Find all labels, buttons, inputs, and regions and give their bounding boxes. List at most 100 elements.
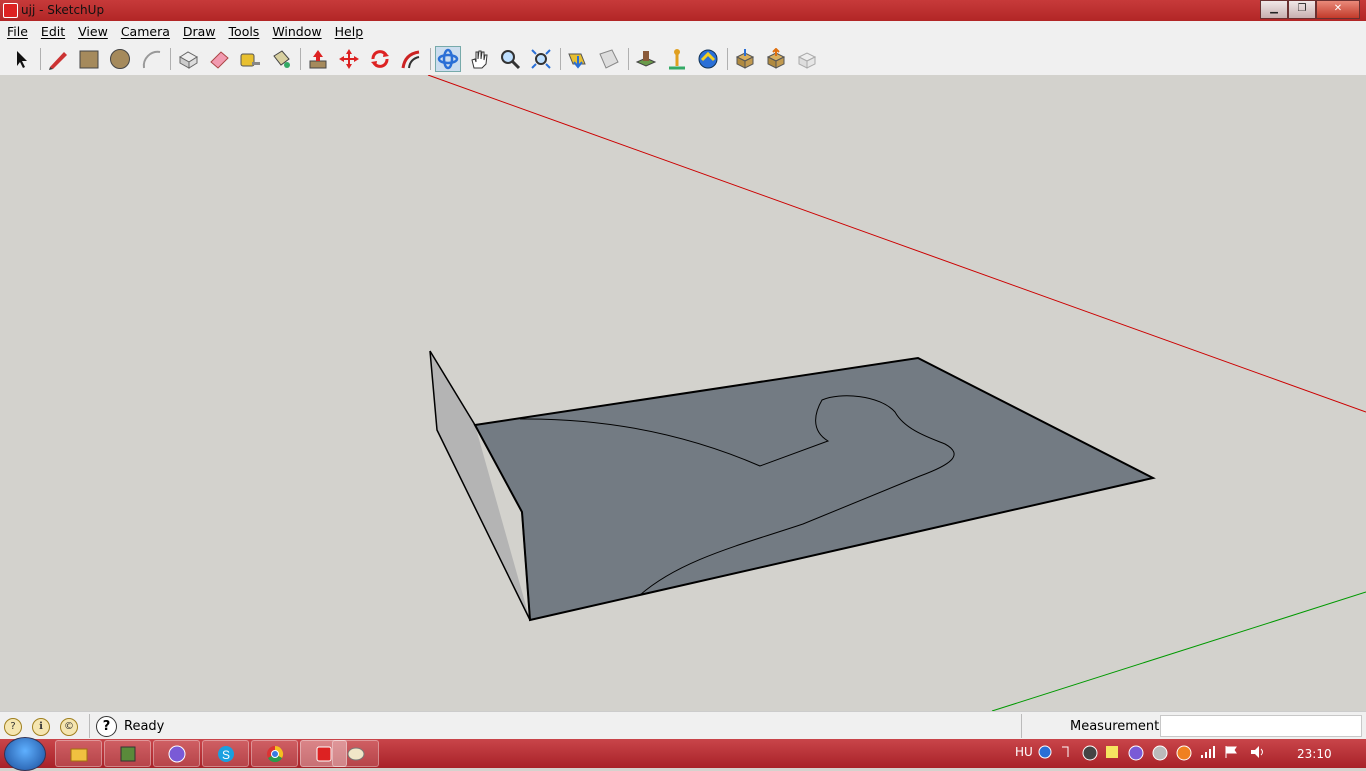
taskbar-paint[interactable] xyxy=(332,740,379,767)
copyright-icon[interactable]: © xyxy=(60,718,78,736)
ground-face xyxy=(473,356,1156,622)
arc-icon xyxy=(142,50,161,69)
circle-icon xyxy=(110,49,130,69)
minecraft-icon xyxy=(120,746,135,761)
component-icon xyxy=(179,51,198,69)
google-earth-tool-button[interactable] xyxy=(695,46,721,72)
title-bar: ujj - SketchUp ▁ ❐ ✕ xyxy=(0,0,1366,21)
credits-icon[interactable]: ℹ xyxy=(32,718,50,736)
taskbar-minecraft[interactable] xyxy=(104,740,151,767)
tray-arrow-icon[interactable] xyxy=(1060,745,1070,762)
menu-view[interactable]: View xyxy=(71,21,114,39)
toggle-terrain-tool-button[interactable] xyxy=(664,46,690,72)
main-toolbar xyxy=(0,42,1366,76)
menu-edit[interactable]: Edit xyxy=(34,21,71,39)
paint-icon xyxy=(347,747,364,760)
action-center-flag-icon[interactable] xyxy=(1224,745,1238,762)
pan-tool-button[interactable] xyxy=(466,46,492,72)
start-button[interactable] xyxy=(4,737,46,771)
svg-text:S: S xyxy=(222,748,230,762)
rotate-icon xyxy=(371,50,389,68)
help-icon[interactable]: ? xyxy=(96,716,117,737)
menu-draw[interactable]: Draw xyxy=(176,21,222,39)
zoom-icon xyxy=(501,50,521,70)
google-earth-icon xyxy=(698,49,718,69)
next-view-icon xyxy=(599,49,619,69)
orbit-tool-button[interactable] xyxy=(435,46,461,72)
pencil-icon xyxy=(49,52,67,70)
circle-app-icon xyxy=(168,745,185,762)
avast-tray-icon[interactable] xyxy=(1176,745,1192,764)
window-title: ujj - SketchUp xyxy=(21,3,105,17)
paint-bucket-icon xyxy=(273,50,290,68)
rectangle-tool-button[interactable] xyxy=(76,46,102,72)
taskbar-app-c[interactable] xyxy=(153,740,200,767)
menu-camera[interactable]: Camera xyxy=(114,21,176,39)
move-icon xyxy=(339,49,359,69)
next-view-tool-button[interactable] xyxy=(596,46,622,72)
close-button[interactable]: ✕ xyxy=(1316,0,1360,19)
taskbar-skype[interactable]: S xyxy=(202,740,249,767)
share-component-tool-button[interactable] xyxy=(794,46,820,72)
sketchup-app-icon[interactable] xyxy=(3,3,18,18)
line-tool-button[interactable] xyxy=(45,46,71,72)
status-text: Ready xyxy=(124,719,165,734)
menu-window[interactable]: Window xyxy=(265,21,327,39)
measurements-input[interactable] xyxy=(1160,715,1362,737)
taskbar: S HU 23:10 xyxy=(0,737,1366,771)
notes-tray-icon[interactable] xyxy=(1105,745,1119,762)
rotate-tool-button[interactable] xyxy=(367,46,393,72)
language-indicator[interactable]: HU xyxy=(1015,745,1033,759)
volume-icon[interactable] xyxy=(1250,745,1266,762)
measurements-label: Measurements xyxy=(1070,719,1167,734)
push-pull-icon xyxy=(309,50,327,69)
orbit-icon xyxy=(437,48,459,70)
zoom-extents-tool-button[interactable] xyxy=(528,46,554,72)
sketchup-icon xyxy=(316,746,331,761)
add-location-icon xyxy=(635,51,657,67)
menu-tools[interactable]: Tools xyxy=(222,21,266,39)
model-canvas[interactable] xyxy=(0,75,1366,711)
minimize-button[interactable]: ▁ xyxy=(1260,0,1288,19)
drawing-viewport[interactable] xyxy=(0,75,1366,711)
paint-bucket-tool-button[interactable] xyxy=(268,46,294,72)
add-location-tool-button[interactable] xyxy=(633,46,659,72)
circle-tool-button[interactable] xyxy=(107,46,133,72)
share-component-icon xyxy=(797,52,817,69)
help-tray-icon[interactable] xyxy=(1038,745,1052,762)
move-tool-button[interactable] xyxy=(336,46,362,72)
steam-tray-icon[interactable] xyxy=(1082,745,1098,764)
menu-bar: File Edit View Camera Draw Tools Window Help xyxy=(0,21,1366,43)
menu-help[interactable]: Help xyxy=(328,21,370,39)
rectangle-icon xyxy=(79,50,99,69)
share-model-tool-button[interactable] xyxy=(763,46,789,72)
geolocation-icon[interactable]: ? xyxy=(4,718,22,736)
clock[interactable]: 23:10 xyxy=(1297,747,1332,761)
taskbar-chrome[interactable] xyxy=(251,740,298,767)
zoom-extents-icon xyxy=(531,49,551,69)
previous-view-tool-button[interactable] xyxy=(565,46,591,72)
arrow-icon xyxy=(17,51,27,68)
share-model-icon xyxy=(766,48,786,69)
green-axis xyxy=(991,591,1366,711)
app-c-tray-icon[interactable] xyxy=(1128,745,1144,764)
network-signal-icon[interactable] xyxy=(1200,745,1216,762)
maximize-button[interactable]: ❐ xyxy=(1288,0,1316,19)
hand-icon xyxy=(471,50,488,69)
make-component-tool-button[interactable] xyxy=(175,46,201,72)
push-pull-tool-button[interactable] xyxy=(305,46,331,72)
follow-me-icon xyxy=(401,50,420,69)
tape-measure-tool-button[interactable] xyxy=(237,46,263,72)
follow-me-tool-button[interactable] xyxy=(398,46,424,72)
taskbar-explorer[interactable] xyxy=(55,740,102,767)
menu-file[interactable]: File xyxy=(0,21,34,39)
arc-tool-button[interactable] xyxy=(138,46,164,72)
eraser-icon xyxy=(210,51,229,69)
eraser-tool-button[interactable] xyxy=(206,46,232,72)
chrome-icon xyxy=(266,745,283,762)
folder-icon xyxy=(70,748,87,761)
app-tray-icon[interactable] xyxy=(1152,745,1168,764)
zoom-tool-button[interactable] xyxy=(497,46,523,72)
select-tool-button[interactable] xyxy=(8,46,34,72)
get-models-tool-button[interactable] xyxy=(732,46,758,72)
